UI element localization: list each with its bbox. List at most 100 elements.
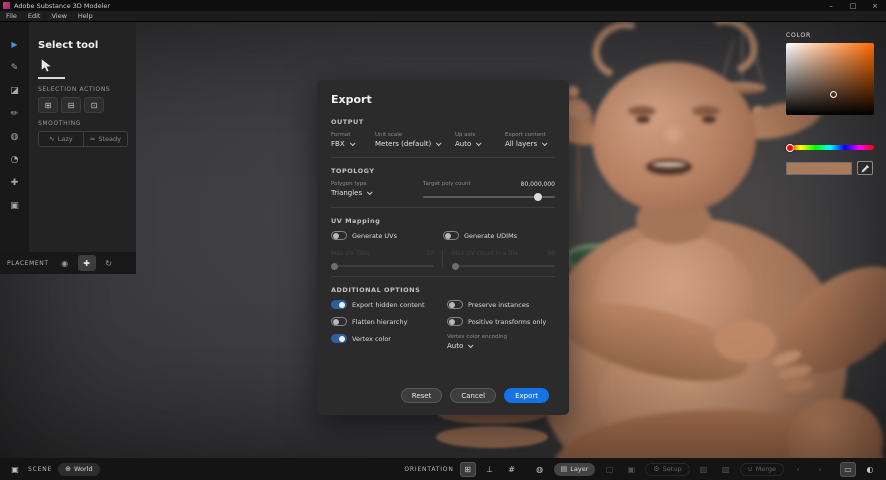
format-select[interactable]: FBX bbox=[331, 140, 367, 148]
up-axis-label: Up axis bbox=[455, 132, 497, 138]
selection-actions-label: SELECTION ACTIONS bbox=[38, 86, 128, 93]
target-poly-slider[interactable] bbox=[423, 196, 555, 198]
generate-uvs-label: Generate UVs bbox=[352, 232, 397, 240]
smoothing-lazy-button[interactable]: ∿ Lazy bbox=[39, 132, 83, 146]
setup-gear-icon: ⚙ bbox=[653, 465, 659, 473]
clone-button[interactable]: ▢ bbox=[601, 462, 617, 477]
layer-button[interactable]: ▤ Layer bbox=[554, 463, 596, 476]
orientation-gizmo-button[interactable]: ⊞ bbox=[460, 462, 476, 477]
flatten-hierarchy-toggle[interactable] bbox=[331, 317, 347, 326]
menu-view[interactable]: View bbox=[51, 12, 66, 20]
slider-knob[interactable] bbox=[331, 263, 338, 270]
sculpt-tool-icon[interactable]: ✎ bbox=[11, 63, 19, 73]
select-tool-icon[interactable]: ▶ bbox=[11, 40, 17, 50]
selection-actions-group: ⊞ ⊟ ⊡ bbox=[38, 97, 128, 113]
saturation-value-picker[interactable] bbox=[786, 43, 874, 115]
placement-rotate-button[interactable]: ↻ bbox=[100, 255, 118, 271]
orientation-label: ORIENTATION bbox=[404, 466, 453, 473]
orbit-tool-icon[interactable]: ◔ bbox=[11, 155, 19, 165]
generate-udims-toggle[interactable] bbox=[443, 231, 459, 240]
menu-edit[interactable]: Edit bbox=[28, 12, 41, 20]
placement-label: PLACEMENT bbox=[7, 260, 49, 267]
placement-bar: PLACEMENT ◉ ✚ ↻ bbox=[0, 252, 136, 274]
add-tool-icon[interactable]: ✚ bbox=[11, 178, 19, 188]
export-content-select[interactable]: All layers bbox=[505, 140, 546, 148]
scene-label: SCENE bbox=[28, 466, 52, 473]
sphere-view-button[interactable]: ◍ bbox=[532, 462, 548, 477]
display-mode-button[interactable]: ▭ bbox=[840, 462, 856, 477]
frame-tool-icon[interactable]: ▣ bbox=[10, 201, 19, 211]
setup-button[interactable]: ⚙ Setup bbox=[645, 463, 689, 476]
lazy-icon: ∿ bbox=[49, 135, 55, 143]
lazy-label: Lazy bbox=[58, 135, 73, 143]
mirror-button[interactable]: ▥ bbox=[696, 462, 712, 477]
target-poly-value: 80,000,000 bbox=[521, 181, 555, 188]
reset-button[interactable]: Reset bbox=[401, 388, 443, 403]
slider-knob[interactable] bbox=[452, 263, 459, 270]
smudge-tool-icon[interactable]: ◍ bbox=[11, 132, 19, 142]
sv-picker-handle[interactable] bbox=[830, 91, 837, 98]
menu-bar: File Edit View Help bbox=[0, 11, 886, 22]
app-window: Adobe Substance 3D Modeler – □ × File Ed… bbox=[0, 0, 886, 480]
merge-icon: ∪ bbox=[748, 465, 753, 473]
max-uv-count-slider[interactable] bbox=[452, 265, 555, 267]
generate-udims-label: Generate UDIMs bbox=[464, 232, 517, 240]
layer-label: Layer bbox=[570, 465, 588, 473]
export-content-label: Export content bbox=[505, 132, 546, 138]
eyedropper-button[interactable] bbox=[857, 161, 873, 175]
instance-button[interactable]: ▣ bbox=[623, 462, 639, 477]
generate-uvs-toggle[interactable] bbox=[331, 231, 347, 240]
placement-snap-button[interactable]: ◉ bbox=[56, 255, 74, 271]
steady-label: Steady bbox=[98, 135, 121, 143]
tool-options-panel: Select tool SELECTION ACTIONS ⊞ ⊟ ⊡ SMOO… bbox=[29, 22, 136, 274]
preserve-instances-toggle[interactable] bbox=[447, 300, 463, 309]
hue-slider-handle[interactable] bbox=[786, 144, 794, 152]
mask-button[interactable]: ▨ bbox=[718, 462, 734, 477]
invert-selection-button[interactable]: ⊡ bbox=[84, 97, 104, 113]
erase-tool-icon[interactable]: ◪ bbox=[10, 86, 19, 96]
max-uv-tiles-slider[interactable] bbox=[331, 265, 434, 267]
export-hidden-content-toggle[interactable] bbox=[331, 300, 347, 309]
deselect-button[interactable]: ⊟ bbox=[61, 97, 81, 113]
export-hidden-content-label: Export hidden content bbox=[352, 301, 425, 309]
export-dialog: Export OUTPUT Format FBX Unit scale Mete… bbox=[317, 80, 569, 415]
current-color-swatch[interactable] bbox=[786, 162, 852, 175]
select-all-button[interactable]: ⊞ bbox=[38, 97, 58, 113]
undo-step-button[interactable]: ‹ bbox=[790, 462, 806, 477]
up-axis-select[interactable]: Auto bbox=[455, 140, 497, 148]
vertex-encoding-select[interactable]: Auto bbox=[447, 342, 555, 350]
export-button[interactable]: Export bbox=[504, 388, 549, 403]
world-label: World bbox=[74, 465, 93, 473]
divider bbox=[331, 157, 555, 158]
chevron-down-icon bbox=[436, 140, 442, 146]
cancel-button[interactable]: Cancel bbox=[450, 388, 496, 403]
placement-move-button[interactable]: ✚ bbox=[78, 255, 96, 271]
minimize-button[interactable]: – bbox=[820, 0, 842, 11]
merge-button[interactable]: ∪ Merge bbox=[740, 463, 784, 476]
maximize-button[interactable]: □ bbox=[842, 0, 864, 11]
positive-transforms-toggle[interactable] bbox=[447, 317, 463, 326]
color-panel-label: COLOR bbox=[786, 32, 878, 39]
title-bar: Adobe Substance 3D Modeler – □ × bbox=[0, 0, 886, 11]
flatten-hierarchy-label: Flatten hierarchy bbox=[352, 318, 407, 326]
smoothing-steady-button[interactable]: ≈ Steady bbox=[83, 132, 128, 146]
redo-step-button[interactable]: › bbox=[812, 462, 828, 477]
polygon-type-label: Polygon type bbox=[331, 181, 415, 187]
split-view-toggle[interactable]: ◐ bbox=[862, 462, 878, 477]
menu-help[interactable]: Help bbox=[78, 12, 93, 20]
slider-knob[interactable] bbox=[534, 193, 542, 201]
uv-mapping-section-label: UV Mapping bbox=[331, 217, 555, 225]
max-uv-count-value: 10 bbox=[547, 250, 555, 257]
cursor-icon bbox=[40, 58, 128, 73]
world-button[interactable]: ⊕ World bbox=[58, 463, 100, 476]
globe-icon: ⊕ bbox=[65, 465, 71, 473]
hue-slider[interactable] bbox=[786, 145, 874, 150]
polygon-type-select[interactable]: Triangles bbox=[331, 189, 415, 197]
menu-file[interactable]: File bbox=[6, 12, 17, 20]
orientation-pivot-button[interactable]: ⊥ bbox=[482, 462, 498, 477]
unit-scale-select[interactable]: Meters (default) bbox=[375, 140, 447, 148]
close-button[interactable]: × bbox=[864, 0, 886, 11]
snapping-grid-button[interactable]: # bbox=[504, 462, 520, 477]
vertex-color-toggle[interactable] bbox=[331, 334, 347, 343]
pencil-tool-icon[interactable]: ✏ bbox=[11, 109, 19, 119]
